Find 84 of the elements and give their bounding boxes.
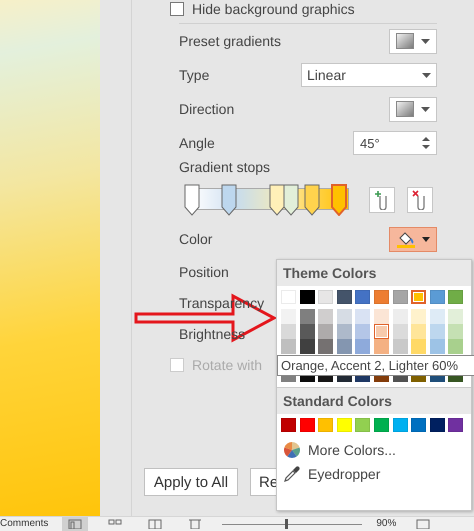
color-swatch[interactable] — [448, 324, 464, 339]
zoom-slider[interactable] — [222, 519, 362, 530]
menu-item[interactable]: More Colors... — [308, 442, 396, 458]
zoom-slider-thumb[interactable] — [285, 519, 288, 530]
color-label: Color — [179, 231, 212, 247]
color-swatch[interactable] — [300, 324, 315, 339]
color-swatch[interactable] — [430, 324, 445, 339]
menu-item[interactable]: Eyedropper — [308, 466, 380, 482]
color-swatch[interactable] — [430, 309, 445, 324]
color-swatch[interactable] — [411, 290, 426, 304]
type-dropdown[interactable]: Linear — [301, 63, 437, 87]
rotate-with-label: Rotate with — [192, 356, 262, 372]
menu-heading: Theme Colors — [277, 260, 471, 286]
color-swatch[interactable] — [281, 376, 296, 382]
color-swatch[interactable] — [300, 376, 315, 382]
color-swatch[interactable] — [448, 339, 464, 354]
gradient-stop[interactable] — [221, 184, 237, 216]
color-swatch[interactable] — [318, 309, 334, 324]
color-swatch[interactable] — [448, 309, 464, 324]
color-swatch[interactable] — [411, 339, 426, 354]
fill-color-button[interactable] — [389, 226, 437, 252]
spin-arrows-icon — [422, 136, 430, 150]
color-swatch[interactable] — [281, 339, 296, 354]
color-swatch[interactable] — [355, 376, 370, 382]
color-swatch[interactable] — [281, 309, 296, 324]
gradient-swatch-icon — [396, 33, 414, 49]
color-swatch[interactable] — [392, 324, 408, 339]
zoom-level[interactable]: 90% — [376, 518, 396, 530]
caret-icon — [422, 236, 430, 242]
checkbox[interactable] — [170, 2, 184, 16]
color-swatch[interactable] — [318, 339, 334, 354]
gradient-swatch-icon — [396, 101, 414, 117]
caret-icon — [422, 72, 431, 78]
color-swatch[interactable] — [374, 324, 389, 339]
color-swatch[interactable] — [355, 324, 370, 339]
caret-icon — [421, 106, 430, 112]
menu-heading: Standard Colors — [277, 388, 471, 414]
color-swatch[interactable] — [318, 376, 334, 382]
color-swatch[interactable] — [374, 376, 389, 382]
comments-button[interactable]: Comments — [0, 518, 48, 530]
color-swatch[interactable] — [300, 339, 315, 354]
color-swatch[interactable] — [300, 309, 315, 324]
color-swatch[interactable] — [336, 339, 352, 354]
color-swatch[interactable] — [411, 324, 426, 339]
field-label: Angle — [179, 135, 215, 151]
color-swatch[interactable] — [336, 376, 352, 382]
angle-spinner[interactable]: 45° — [353, 131, 437, 155]
color-swatch[interactable] — [392, 339, 408, 354]
pane-button[interactable]: Apply to All — [144, 468, 238, 496]
tooltip: Orange, Accent 2, Lighter 60% — [277, 355, 474, 376]
remove-stop-button[interactable] — [407, 187, 433, 213]
gradient-stop[interactable] — [184, 184, 200, 216]
gradient-stop[interactable] — [304, 184, 320, 216]
field-label: Preset gradients — [179, 33, 281, 49]
field-label: Direction — [179, 101, 234, 117]
gradient-stops-label: Gradient stops — [179, 159, 270, 175]
add-stop-button[interactable] — [369, 187, 395, 213]
color-swatch[interactable] — [374, 309, 389, 324]
gradient-stop[interactable] — [269, 184, 285, 216]
gradient-stop[interactable] — [331, 184, 348, 216]
color-swatch[interactable] — [336, 324, 352, 339]
color-swatch[interactable] — [281, 324, 296, 339]
field-label: Type — [179, 67, 210, 83]
color-swatch[interactable] — [430, 339, 445, 354]
color-swatch[interactable] — [411, 376, 426, 382]
color-swatch[interactable] — [336, 309, 352, 324]
eyedropper-icon — [283, 465, 301, 483]
color-swatch[interactable] — [318, 324, 334, 339]
caret-icon — [421, 38, 430, 44]
color-swatch[interactable] — [355, 309, 370, 324]
color-swatch[interactable] — [411, 309, 426, 324]
color-swatch[interactable] — [430, 376, 445, 382]
gradient-dropdown[interactable] — [389, 96, 437, 122]
color-swatch[interactable] — [374, 339, 389, 354]
gradient-stop[interactable] — [283, 184, 300, 216]
normal-view-icon[interactable] — [62, 517, 88, 531]
color-swatch[interactable] — [392, 309, 408, 324]
hide-background-label: Hide background graphics — [192, 0, 355, 16]
color-swatch[interactable] — [392, 376, 408, 382]
color-swatch[interactable] — [448, 376, 464, 382]
setting-label: Position — [179, 264, 229, 280]
color-swatch[interactable] — [355, 339, 370, 354]
gradient-dropdown[interactable] — [389, 28, 437, 54]
color-wheel-icon — [283, 441, 301, 459]
